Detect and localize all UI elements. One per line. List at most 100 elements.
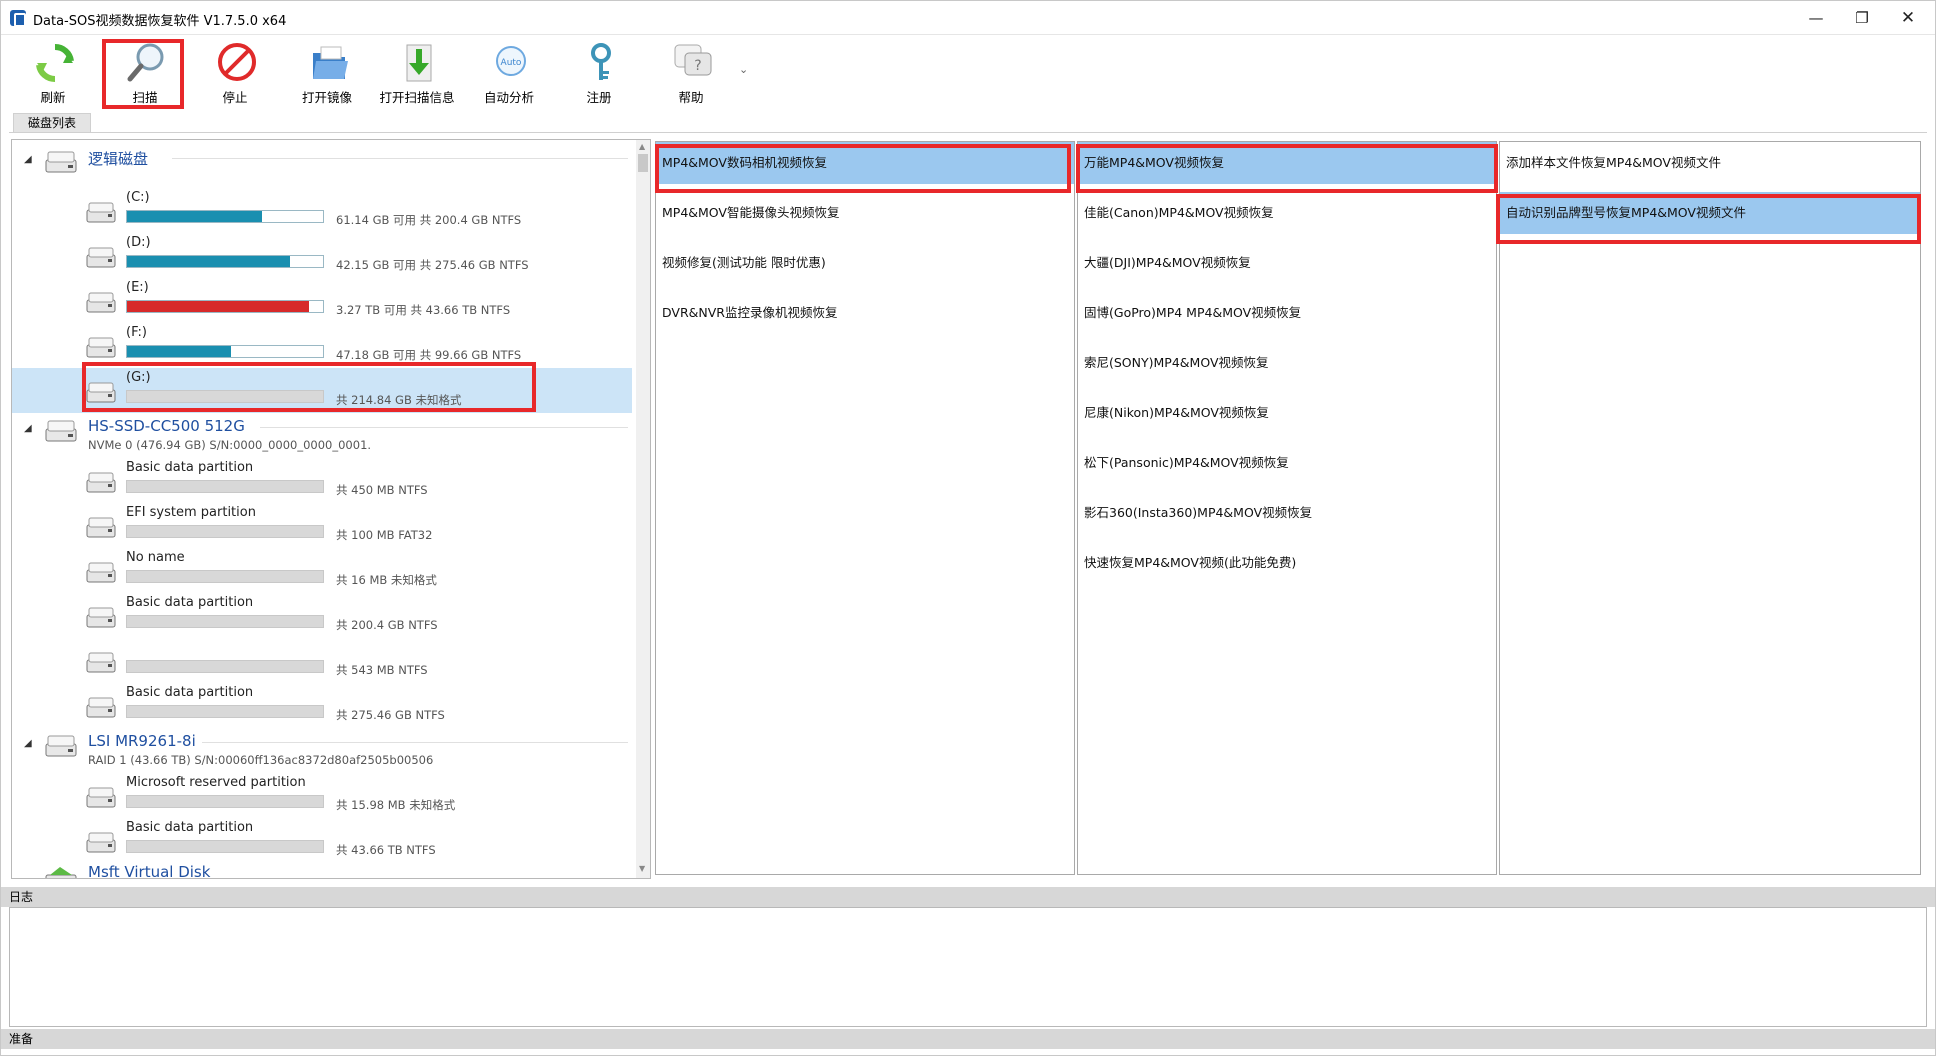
group-raid-disk[interactable]: ◢ LSI MR9261-8i RAID 1 (43.66 TB) S/N:00… bbox=[12, 728, 632, 772]
partition-ssd-4[interactable]: Basic data partition 共 200.4 GB NTFS bbox=[12, 593, 632, 638]
tab-divider bbox=[9, 132, 1927, 133]
list-item[interactable]: 尼康(Nikon)MP4&MOV视频恢复 bbox=[1078, 392, 1496, 434]
list-item[interactable]: DVR&NVR监控录像机视频恢复 bbox=[656, 292, 1074, 334]
list-item[interactable]: 视频修复(测试功能 限时优惠) bbox=[656, 242, 1074, 284]
toolbar: 刷新 扫描 停止 打开镜像 打开扫描信息 Auto 自动分析 注册 ? 帮助 ⌄ bbox=[1, 35, 1935, 112]
collapse-arrow-icon[interactable]: ◢ bbox=[24, 423, 32, 434]
partition-name: (E:) bbox=[126, 280, 149, 295]
collapse-arrow-icon[interactable]: ◢ bbox=[24, 154, 32, 165]
group-virtual-disk[interactable]: Msft Virtual Disk bbox=[12, 863, 632, 878]
group-title: 逻辑磁盘 bbox=[88, 150, 149, 168]
partition-e[interactable]: (E:) 3.27 TB 可用 共 43.66 TB NTFS bbox=[12, 278, 632, 323]
partition-ssd-3[interactable]: No name 共 16 MB 未知格式 bbox=[12, 548, 632, 593]
partition-c[interactable]: (C:) 61.14 GB 可用 共 200.4 GB NTFS bbox=[12, 188, 632, 233]
usage-bar bbox=[126, 840, 324, 853]
usage-bar-fill bbox=[127, 301, 310, 312]
open-scan-info-button[interactable]: 打开扫描信息 bbox=[377, 39, 457, 107]
collapse-arrow-icon[interactable]: ◢ bbox=[24, 738, 32, 749]
partition-info: 共 200.4 GB NTFS bbox=[336, 618, 438, 632]
drive-icon bbox=[45, 735, 77, 757]
stop-button[interactable]: 停止 bbox=[195, 39, 275, 107]
partition-name: (F:) bbox=[126, 325, 147, 340]
scroll-up-icon[interactable]: ▲ bbox=[639, 142, 645, 151]
list-item[interactable]: 佳能(Canon)MP4&MOV视频恢复 bbox=[1078, 192, 1496, 234]
drive-icon bbox=[86, 607, 116, 628]
partition-name: Basic data partition bbox=[126, 460, 254, 475]
list-item[interactable]: 松下(Pansonic)MP4&MOV视频恢复 bbox=[1078, 442, 1496, 484]
partition-info: 共 543 MB NTFS bbox=[336, 663, 428, 677]
drive-icon bbox=[86, 337, 116, 358]
partition-ssd-2[interactable]: EFI system partition 共 100 MB FAT32 bbox=[12, 503, 632, 548]
list-item[interactable]: 固博(GoPro)MP4 MP4&MOV视频恢复 bbox=[1078, 292, 1496, 334]
partition-name: No name bbox=[126, 550, 185, 565]
group-ssd-disk[interactable]: ◢ HS-SSD-CC500 512G NVMe 0 (476.94 GB) S… bbox=[12, 413, 632, 457]
partition-name: EFI system partition bbox=[126, 505, 256, 520]
mode-b-highlight-box bbox=[1076, 144, 1498, 193]
partition-ssd-6[interactable]: Basic data partition 共 275.46 GB NTFS bbox=[12, 683, 632, 728]
list-item[interactable]: 快速恢复MP4&MOV视频(此功能免费) bbox=[1078, 542, 1496, 584]
list-item[interactable]: MP4&MOV智能摄像头视频恢复 bbox=[656, 192, 1074, 234]
usage-bar bbox=[126, 255, 324, 268]
minimize-button[interactable]: — bbox=[1793, 1, 1839, 35]
register-button[interactable]: 注册 bbox=[559, 39, 639, 107]
drive-icon bbox=[86, 832, 116, 853]
drive-icon bbox=[45, 420, 77, 442]
usage-bar bbox=[126, 705, 324, 718]
partition-info: 42.15 GB 可用 共 275.46 GB NTFS bbox=[336, 258, 529, 272]
group-divider bbox=[202, 742, 628, 743]
list-item[interactable]: 大疆(DJI)MP4&MOV视频恢复 bbox=[1078, 242, 1496, 284]
partition-info: 共 16 MB 未知格式 bbox=[336, 573, 437, 587]
auto-analyze-button[interactable]: Auto 自动分析 bbox=[469, 39, 549, 107]
partition-name: (C:) bbox=[126, 190, 150, 205]
partition-name: Basic data partition bbox=[126, 820, 254, 835]
partition-info: 3.27 TB 可用 共 43.66 TB NTFS bbox=[336, 303, 511, 317]
scroll-down-icon[interactable]: ▼ bbox=[639, 864, 645, 873]
list-item[interactable]: 索尼(SONY)MP4&MOV视频恢复 bbox=[1078, 342, 1496, 384]
folder-icon bbox=[313, 46, 348, 79]
scroll-thumb[interactable] bbox=[638, 154, 648, 172]
help-button[interactable]: ? 帮助 bbox=[651, 39, 731, 107]
auto-icon: Auto bbox=[496, 46, 526, 76]
usage-bar bbox=[126, 795, 324, 808]
scan-highlight-box bbox=[102, 39, 184, 109]
tab-disk-list[interactable]: 磁盘列表 bbox=[13, 113, 91, 133]
partition-info: 共 275.46 GB NTFS bbox=[336, 708, 445, 722]
list-item[interactable]: 添加样本文件恢复MP4&MOV视频文件 bbox=[1500, 142, 1920, 184]
title-bar: Data-SOS视频数据恢复软件 V1.7.5.0 x64 — ❐ ✕ bbox=[1, 1, 1935, 35]
partition-info: 共 100 MB FAT32 bbox=[336, 528, 433, 542]
status-bar: 准备 bbox=[1, 1029, 1935, 1049]
key-icon bbox=[591, 43, 611, 80]
usage-bar bbox=[126, 525, 324, 538]
recovery-mode-list-c: 添加样本文件恢复MP4&MOV视频文件 自动识别品牌型号恢复MP4&MOV视频文… bbox=[1499, 141, 1921, 875]
drive-icon bbox=[86, 292, 116, 313]
log-area bbox=[9, 907, 1927, 1027]
disk-tree-scrollbar[interactable]: ▲ ▼ bbox=[636, 140, 650, 878]
restore-button[interactable]: ❐ bbox=[1839, 1, 1885, 35]
group-divider bbox=[260, 427, 628, 428]
refresh-icon bbox=[36, 43, 74, 83]
partition-d[interactable]: (D:) 42.15 GB 可用 共 275.46 GB NTFS bbox=[12, 233, 632, 278]
usage-bar-fill bbox=[127, 211, 263, 222]
partition-raid-2[interactable]: Basic data partition 共 43.66 TB NTFS bbox=[12, 818, 632, 863]
app-logo-icon bbox=[10, 10, 26, 27]
partition-raid-1[interactable]: Microsoft reserved partition 共 15.98 MB … bbox=[12, 773, 632, 818]
virtual-disk-icon bbox=[45, 867, 77, 878]
toolbar-more-chevron-icon[interactable]: ⌄ bbox=[739, 63, 748, 76]
list-item[interactable]: 影石360(Insta360)MP4&MOV视频恢复 bbox=[1078, 492, 1496, 534]
drive-icon bbox=[86, 247, 116, 268]
open-image-button[interactable]: 打开镜像 bbox=[287, 39, 367, 107]
open-image-label: 打开镜像 bbox=[301, 90, 352, 105]
drive-icon bbox=[86, 202, 116, 223]
auto-icon-text: Auto bbox=[501, 58, 522, 68]
refresh-label: 刷新 bbox=[40, 90, 66, 105]
usage-bar bbox=[126, 345, 324, 358]
close-button[interactable]: ✕ bbox=[1885, 1, 1931, 35]
window-title: Data-SOS视频数据恢复软件 V1.7.5.0 x64 bbox=[33, 14, 287, 29]
help-label: 帮助 bbox=[678, 90, 704, 105]
partition-ssd-5[interactable]: 共 543 MB NTFS bbox=[12, 638, 632, 683]
refresh-button[interactable]: 刷新 bbox=[13, 39, 93, 107]
stop-icon bbox=[218, 43, 256, 81]
help-bubble-icon: ? bbox=[674, 44, 712, 76]
partition-ssd-1[interactable]: Basic data partition 共 450 MB NTFS bbox=[12, 458, 632, 503]
group-logical-disks[interactable]: ◢ 逻辑磁盘 bbox=[12, 144, 632, 188]
